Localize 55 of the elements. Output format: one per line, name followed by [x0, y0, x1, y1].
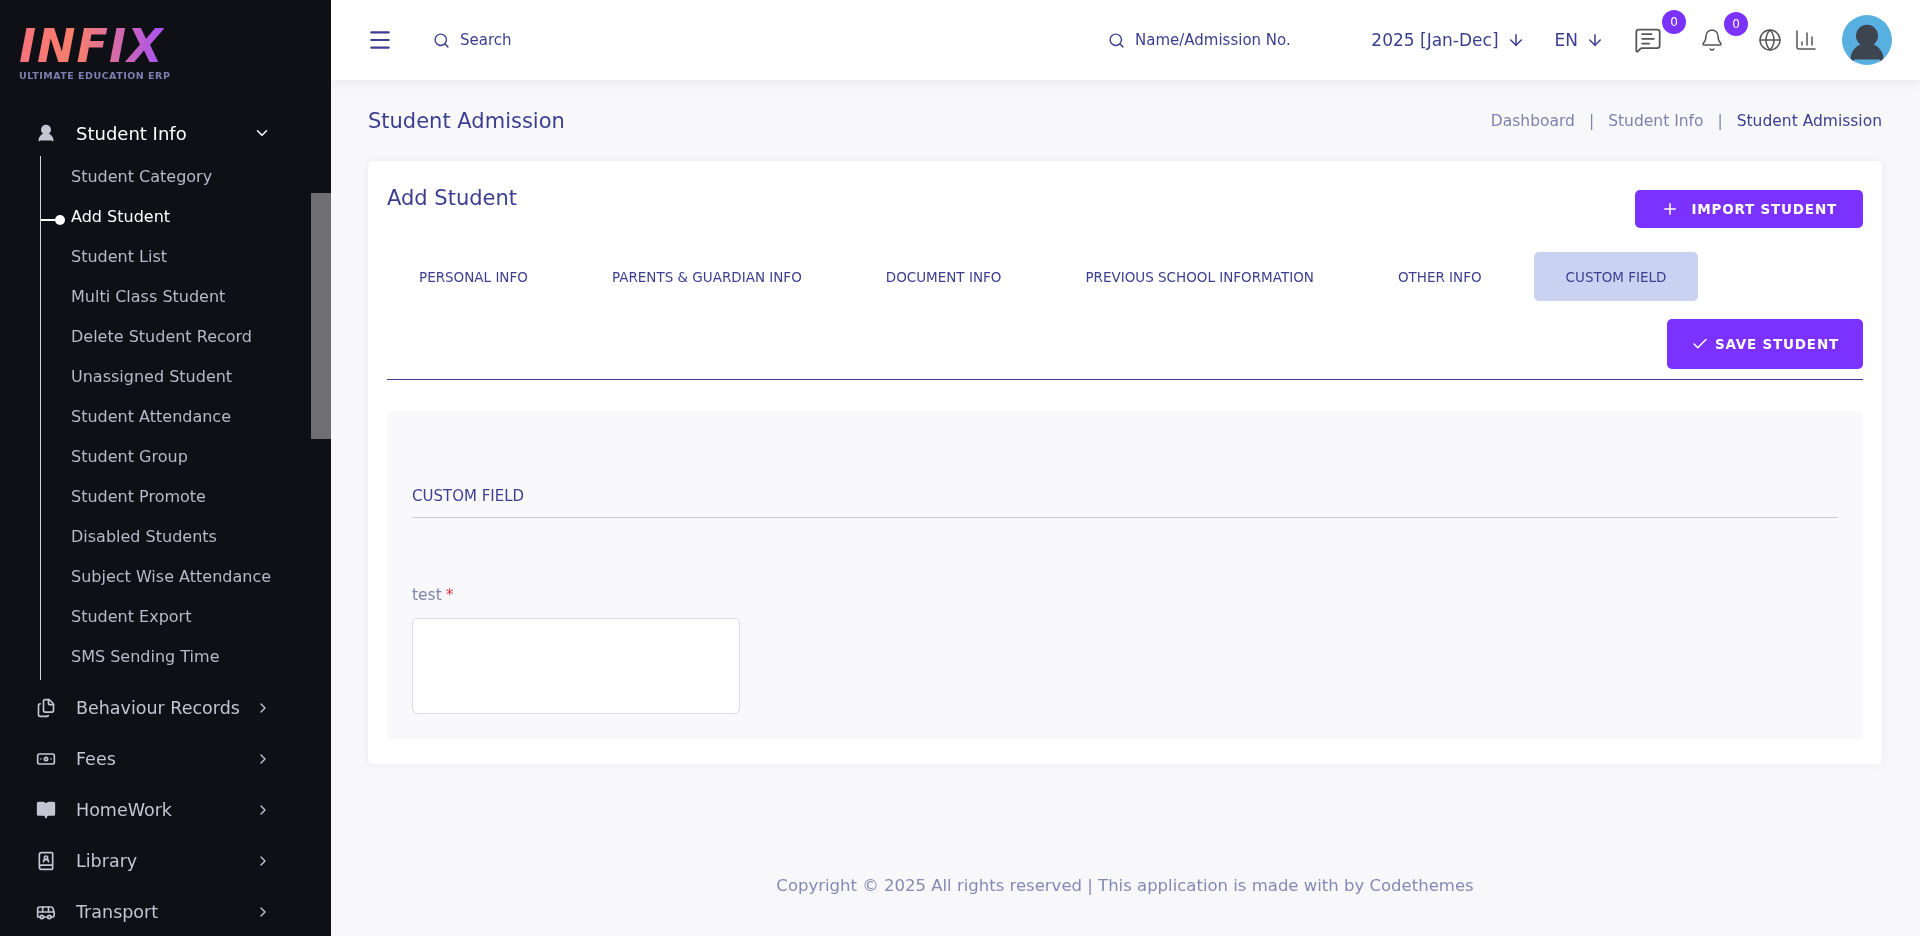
submenu-item[interactable]: Student Attendance — [71, 406, 231, 426]
sidebar-item[interactable]: HomeWork — [0, 787, 311, 833]
sidebar-item[interactable]: Library — [0, 838, 311, 884]
avatar-icon[interactable] — [1842, 15, 1892, 65]
submenu-item[interactable]: Student Export — [71, 606, 192, 626]
submenu-item[interactable]: Unassigned Student — [71, 366, 233, 386]
submenu-item[interactable]: Disabled Students — [71, 526, 217, 546]
submenu-item[interactable]: Subject Wise Attendance — [71, 566, 271, 586]
breadcrumb-link[interactable]: Student Info — [1608, 112, 1704, 130]
count-badge: 0 — [1662, 10, 1686, 34]
notifications-button[interactable] — [1700, 28, 1724, 52]
section-title: CUSTOM FIELD — [412, 487, 1838, 518]
submenu-item[interactable]: Student List — [71, 246, 168, 266]
tab[interactable]: PARENTS & GUARDIAN INFO — [579, 252, 834, 301]
breadcrumb-link[interactable]: Student Admission — [1736, 112, 1882, 130]
logo-subtitle: ULTIMATE EDUCATION ERP — [19, 70, 171, 81]
page-title: Student Admission — [368, 109, 565, 133]
import-student-button[interactable]: IMPORT STUDENT — [1635, 190, 1863, 228]
tab[interactable]: DOCUMENT INFO — [853, 252, 1034, 301]
submenu-item[interactable]: Student Group — [71, 446, 188, 466]
globe-button[interactable] — [1758, 28, 1782, 52]
search-icon — [433, 31, 450, 49]
documents-icon — [36, 698, 56, 718]
submenu-item[interactable]: Multi Class Student — [71, 286, 226, 306]
submenu-item[interactable]: Add Student — [71, 206, 171, 226]
sidebar-item[interactable]: Fees — [0, 736, 311, 782]
user-icon — [36, 123, 56, 143]
session-select[interactable]: 2025 [Jan-Dec] — [1371, 30, 1525, 50]
breadcrumb-separator: | — [1717, 112, 1723, 130]
breadcrumb-link[interactable]: Dashboard — [1490, 112, 1575, 130]
search-icon — [1108, 31, 1125, 49]
search-field[interactable]: Search — [458, 30, 578, 50]
chart-button[interactable] — [1794, 28, 1818, 52]
sidebar-item[interactable]: Behaviour Records — [0, 685, 311, 731]
breadcrumb-separator: | — [1588, 112, 1595, 130]
copyright-text: Copyright © 2025 All rights reserved | This application is made with by Codethemes — [776, 876, 1474, 895]
submenu-item[interactable]: SMS Sending Time — [71, 646, 220, 666]
field-label: test * — [412, 586, 455, 604]
tab[interactable]: PREVIOUS SCHOOL INFORMATION — [1053, 252, 1346, 301]
sidebar-item[interactable]: Student Info — [0, 110, 311, 156]
tab[interactable]: CUSTOM FIELD — [1533, 252, 1699, 301]
arrow-down-icon — [1586, 31, 1604, 49]
save-student-button[interactable]: SAVE STUDENT — [1666, 319, 1863, 369]
submenu-item[interactable]: Student Promote — [71, 486, 206, 506]
tab[interactable]: OTHER INFO — [1365, 252, 1514, 301]
messages-button[interactable] — [1634, 26, 1662, 54]
language-select[interactable]: EN — [1554, 30, 1604, 50]
count-badge: 0 — [1724, 12, 1748, 36]
tab[interactable]: PERSONAL INFO — [387, 252, 560, 301]
submenu-item[interactable]: Student Category — [71, 166, 213, 186]
book-icon — [36, 800, 56, 820]
student-search-field[interactable]: Name/Admission No. — [1133, 30, 1333, 50]
card-title: Add Student — [387, 186, 517, 210]
submenu-item[interactable]: Delete Student Record — [71, 326, 252, 346]
sidebar-item[interactable]: Transport — [0, 889, 311, 935]
